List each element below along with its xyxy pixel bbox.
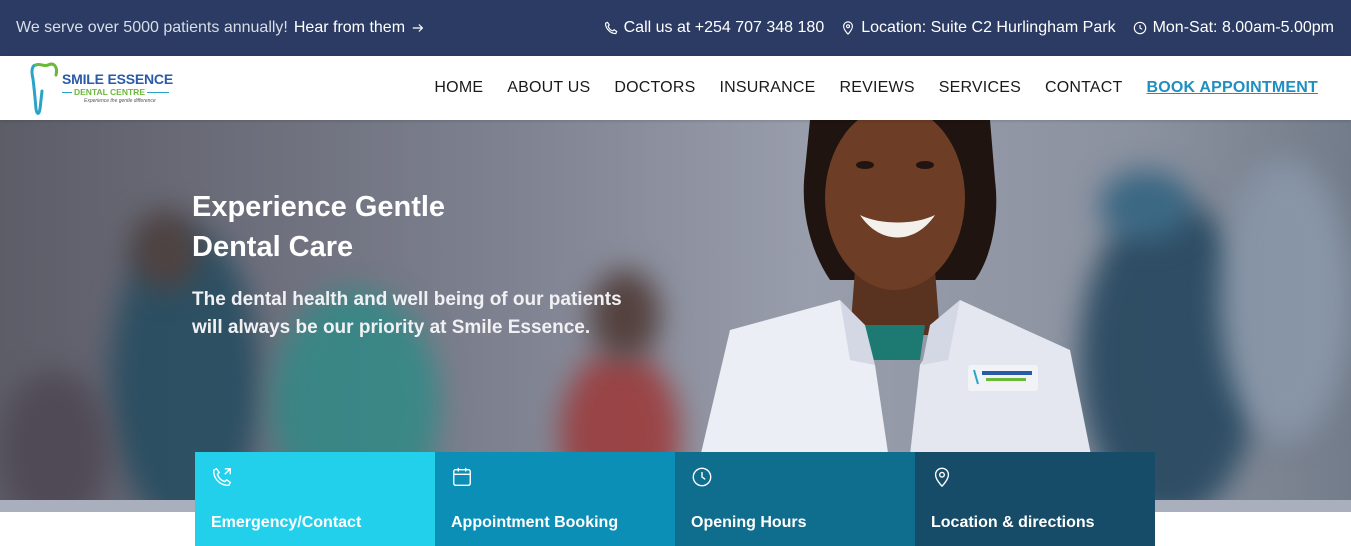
location-directions-label: Location & directions bbox=[931, 514, 1095, 531]
nav-item-services[interactable]: SERVICES bbox=[939, 79, 1021, 97]
site-header: SMILE ESSENCE DENTAL CENTRE Experience t… bbox=[0, 56, 1351, 120]
appointment-booking-card[interactable]: Appointment Booking bbox=[435, 452, 675, 546]
nav-item-about-us[interactable]: ABOUT US bbox=[507, 79, 590, 97]
hero-title-line-1: Experience Gentle bbox=[192, 191, 446, 223]
hours-info: Mon-Sat: 8.00am-5.00pm bbox=[1133, 19, 1334, 37]
logo-sub-text: DENTAL CENTRE bbox=[74, 87, 145, 98]
phone-info[interactable]: Call us at +254 707 348 180 bbox=[604, 19, 825, 37]
main-nav: HOME ABOUT US DOCTORS INSURANCE REVIEWS … bbox=[434, 79, 1318, 97]
arrow-right-icon bbox=[412, 24, 424, 32]
top-info-bar: We serve over 5000 patients annually! He… bbox=[0, 0, 1351, 56]
nav-item-doctors[interactable]: DOCTORS bbox=[614, 79, 695, 97]
logo-name: SMILE ESSENCE bbox=[62, 71, 173, 88]
phone-text: Call us at +254 707 348 180 bbox=[623, 19, 825, 36]
doctor-image bbox=[690, 120, 1100, 500]
hours-text: Mon-Sat: 8.00am-5.00pm bbox=[1152, 19, 1334, 36]
nav-item-contact[interactable]: CONTACT bbox=[1045, 79, 1123, 97]
hero-subtitle-line-1: The dental health and well being of our … bbox=[192, 289, 622, 310]
location-text: Location: Suite C2 Hurlingham Park bbox=[861, 19, 1116, 36]
patients-intro-text: We serve over 5000 patients annually! bbox=[16, 19, 288, 36]
map-pin-icon bbox=[934, 467, 950, 488]
phone-icon bbox=[604, 21, 618, 35]
patients-banner: We serve over 5000 patients annually! He… bbox=[16, 19, 425, 37]
logo-text: SMILE ESSENCE DENTAL CENTRE Experience t… bbox=[62, 72, 173, 104]
site-logo[interactable]: SMILE ESSENCE DENTAL CENTRE Experience t… bbox=[30, 58, 173, 118]
hero-title-line-2: Dental Care bbox=[192, 231, 354, 263]
clock-icon bbox=[692, 467, 712, 487]
clock-icon bbox=[1133, 21, 1146, 35]
hero-subtitle-line-2: will always be our priority at Smile Ess… bbox=[192, 317, 591, 338]
location-directions-card[interactable]: Location & directions bbox=[915, 452, 1155, 546]
book-appointment-link[interactable]: BOOK APPOINTMENT bbox=[1147, 79, 1319, 97]
nav-item-reviews[interactable]: REVIEWS bbox=[840, 79, 915, 97]
logo-subtitle: DENTAL CENTRE bbox=[62, 88, 173, 97]
hero-subtitle: The dental health and well being of our … bbox=[192, 286, 662, 342]
opening-hours-label: Opening Hours bbox=[691, 514, 807, 531]
appointment-booking-label: Appointment Booking bbox=[451, 514, 619, 531]
tooth-logo-icon bbox=[30, 62, 58, 115]
hear-from-them-link[interactable]: Hear from them bbox=[294, 19, 425, 37]
hear-from-them-label: Hear from them bbox=[293, 19, 406, 36]
nav-item-insurance[interactable]: INSURANCE bbox=[719, 79, 815, 97]
location-info[interactable]: Location: Suite C2 Hurlingham Park bbox=[841, 19, 1116, 37]
opening-hours-card[interactable]: Opening Hours bbox=[675, 452, 915, 546]
contact-info-group: Call us at +254 707 348 180 Location: Su… bbox=[604, 19, 1334, 37]
emergency-contact-card[interactable]: Emergency/Contact bbox=[195, 452, 435, 546]
logo-tagline: Experience the gentle difference bbox=[84, 97, 156, 104]
nav-item-home[interactable]: HOME bbox=[434, 79, 483, 97]
map-pin-icon bbox=[843, 21, 854, 35]
hero-title: Experience Gentle Dental Care bbox=[192, 187, 552, 267]
quick-links: Emergency/Contact Appointment Booking Op… bbox=[195, 452, 1155, 546]
hero-section: Experience Gentle Dental Care The dental… bbox=[0, 120, 1351, 500]
calendar-icon bbox=[453, 467, 471, 486]
emergency-contact-label: Emergency/Contact bbox=[211, 514, 362, 531]
phone-call-icon bbox=[213, 467, 232, 486]
